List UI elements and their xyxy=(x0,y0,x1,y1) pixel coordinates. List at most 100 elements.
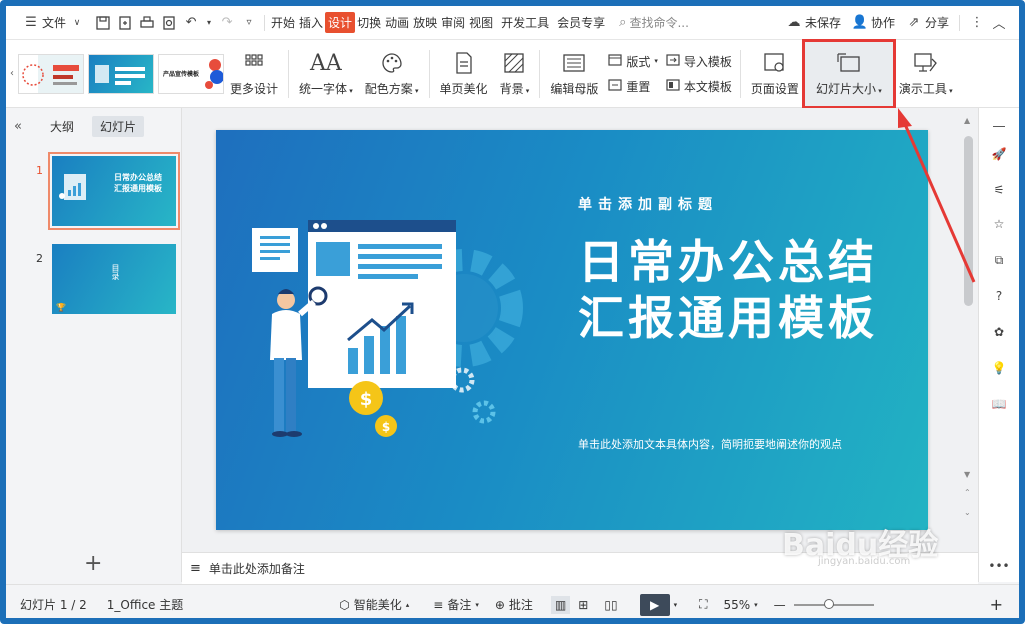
zoom-out-icon[interactable]: — xyxy=(766,598,794,612)
this-template-button[interactable]: 本文模板 xyxy=(666,78,732,95)
edit-master-button[interactable]: 编辑母版 xyxy=(544,46,604,102)
grid-view-icon[interactable]: ⊞ xyxy=(570,598,596,612)
single-page-beautify-button[interactable]: 单页美化 xyxy=(434,46,494,102)
chevron-down-icon: ∨ xyxy=(73,17,81,28)
layout-button[interactable]: 版式 ▾ xyxy=(608,53,658,70)
unify-font-button[interactable]: AA 统一字体 ▾ xyxy=(293,46,359,102)
zoom-slider-handle[interactable] xyxy=(823,598,834,609)
theme-name[interactable]: 1_Office 主题 xyxy=(99,596,191,613)
animation-icon[interactable]: ✿ xyxy=(989,322,1009,342)
more-design-button[interactable]: 更多设计 xyxy=(224,46,284,102)
zoom-in-icon[interactable]: + xyxy=(982,595,1011,614)
lightbulb-icon[interactable]: 💡 xyxy=(989,358,1009,378)
import-icon xyxy=(666,53,680,69)
slide-thumbnail[interactable]: 目录 🏆 xyxy=(52,244,176,314)
zoom-slider[interactable] xyxy=(793,598,874,609)
slide-subtitle[interactable]: 单击添加副标题 xyxy=(578,194,718,214)
reset-button[interactable]: 重置 xyxy=(608,78,658,95)
fit-window-icon[interactable]: ⛶ xyxy=(691,597,715,612)
tab-slides[interactable]: 幻灯片 xyxy=(91,115,144,137)
notes-toggle-button[interactable]: ≡ 备注 ▾ xyxy=(425,596,487,613)
file-menu-label: 文件 xyxy=(42,16,67,30)
collab-button[interactable]: 👤 协作 xyxy=(845,6,899,40)
star-icon[interactable]: ☆ xyxy=(989,214,1009,234)
tab-review[interactable]: 审阅 xyxy=(439,6,467,40)
undo-icon[interactable]: ↶ xyxy=(183,15,199,31)
share-label: 分享 xyxy=(924,16,949,30)
more-design-label: 更多设计 xyxy=(230,82,279,96)
add-slide-button[interactable]: + xyxy=(84,551,102,576)
tab-outline[interactable]: 大纲 xyxy=(42,116,82,137)
print-icon[interactable] xyxy=(139,15,155,31)
dropdown-arrow-icon: ▾ xyxy=(475,600,479,609)
collab-label: 协作 xyxy=(870,16,895,30)
dropdown-arrow-icon: ▴ xyxy=(405,600,410,609)
collapse-ribbon-icon[interactable]: ︿ xyxy=(991,15,1007,32)
background-button[interactable]: 背景 ▾ xyxy=(494,46,536,102)
more-vertical-icon[interactable]: ⋮ xyxy=(969,15,985,31)
share-button[interactable]: ⇗ 分享 xyxy=(899,6,953,40)
single-page-beautify-label: 单页美化 xyxy=(439,82,488,96)
print-preview-icon[interactable] xyxy=(161,15,177,31)
help-icon[interactable]: ? xyxy=(989,286,1009,306)
tab-developer[interactable]: 开发工具 xyxy=(499,6,551,40)
file-menu[interactable]: ☰ 文件 ∨ xyxy=(6,6,92,40)
svg-text:$: $ xyxy=(382,420,390,434)
prev-slide-icon[interactable]: ⌃ xyxy=(964,488,971,497)
search-command[interactable]: ⌕ 查找命令... xyxy=(619,14,689,31)
customize-dropdown-icon[interactable]: ▿ xyxy=(241,15,257,31)
sliders-icon[interactable]: ⚟ xyxy=(989,180,1009,200)
export-icon[interactable] xyxy=(117,15,133,31)
tab-insert[interactable]: 插入 xyxy=(297,6,325,40)
scroll-up-icon[interactable]: ▲ xyxy=(964,116,970,125)
import-template-button[interactable]: 导入模板 xyxy=(666,53,732,70)
smart-beautify-button[interactable]: ⬡ 智能美化 ▴ xyxy=(331,596,417,613)
tab-view[interactable]: 视图 xyxy=(467,6,495,40)
slide-thumbnail[interactable]: 日常办公总结汇报通用模板 xyxy=(48,152,180,230)
tab-home[interactable]: 开始 xyxy=(269,6,297,40)
color-scheme-button[interactable]: 配色方案 ▾ xyxy=(359,46,425,102)
reading-view-icon[interactable]: ▯▯ xyxy=(596,598,625,612)
zoom-level[interactable]: 55% ▾ xyxy=(715,598,765,612)
status-bar: 幻灯片 1 / 2 1_Office 主题 ⬡ 智能美化 ▴ ≡ 备注 ▾ ⊕ … xyxy=(6,584,1019,618)
scroll-down-icon[interactable]: ▼ xyxy=(964,470,970,479)
slide-title[interactable]: 日常办公总结汇报通用模板 xyxy=(578,234,898,346)
tab-animation[interactable]: 动画 xyxy=(383,6,411,40)
tab-design[interactable]: 设计 xyxy=(325,12,356,33)
play-slideshow-button[interactable]: ▶ xyxy=(639,593,670,616)
unsaved-status[interactable]: ☁ 未保存 xyxy=(779,6,845,40)
transition-icon[interactable]: ⧉ xyxy=(989,250,1009,270)
scrollbar-thumb[interactable] xyxy=(964,136,973,306)
smart-beautify-label: 智能美化 xyxy=(353,598,402,612)
book-icon[interactable]: 📖 xyxy=(989,394,1009,414)
this-template-label: 本文模板 xyxy=(683,79,732,94)
tab-member[interactable]: 会员专享 xyxy=(555,6,607,40)
comment-button[interactable]: ⊕ 批注 xyxy=(487,596,541,613)
tab-slideshow[interactable]: 放映 xyxy=(411,6,439,40)
next-slide-icon[interactable]: ⌄ xyxy=(964,508,971,517)
current-slide[interactable]: $ $ 单击添加副标题 日常办公总结汇报通用模板 单击此处添加文本具体内容，简明… xyxy=(216,130,928,530)
user-add-icon: 👤 xyxy=(851,15,869,30)
dropdown-arrow-icon: ▾ xyxy=(412,87,419,95)
collapse-icon[interactable]: ― xyxy=(989,116,1009,136)
undo-dropdown-icon[interactable]: ▾ xyxy=(205,15,213,31)
slide-description[interactable]: 单击此处添加文本具体内容，简明扼要地阐述你的观点 xyxy=(578,436,842,452)
pane-tabs: « 大纲 幻灯片 xyxy=(6,108,181,144)
rocket-icon[interactable]: 🚀 xyxy=(989,144,1009,164)
normal-view-icon[interactable]: ▥ xyxy=(550,595,571,614)
template-thumb-3[interactable]: 产品宣传模板 xyxy=(158,53,224,94)
vertical-scrollbar[interactable]: ▲ ▼ ⌃ ⌄ xyxy=(960,108,978,552)
play-dropdown-icon[interactable]: ▾ xyxy=(674,601,678,609)
template-thumb-2[interactable] xyxy=(88,53,154,94)
presentation-tools-button[interactable]: 演示工具 ▾ xyxy=(893,46,959,102)
master-icon xyxy=(561,50,587,76)
template-thumb-1[interactable] xyxy=(18,53,84,94)
page-setup-button[interactable]: 页面设置 xyxy=(745,46,805,102)
tab-transition[interactable]: 切换 xyxy=(355,6,383,40)
collapse-pane-icon[interactable]: « xyxy=(14,119,22,134)
save-icon[interactable] xyxy=(95,15,111,31)
more-icon[interactable]: ••• xyxy=(988,556,1009,576)
redo-icon[interactable]: ↷ xyxy=(219,15,235,31)
slide-size-button[interactable]: 幻灯片大小 ▾ xyxy=(801,38,896,109)
scroll-left-icon[interactable]: ‹ xyxy=(6,40,18,108)
